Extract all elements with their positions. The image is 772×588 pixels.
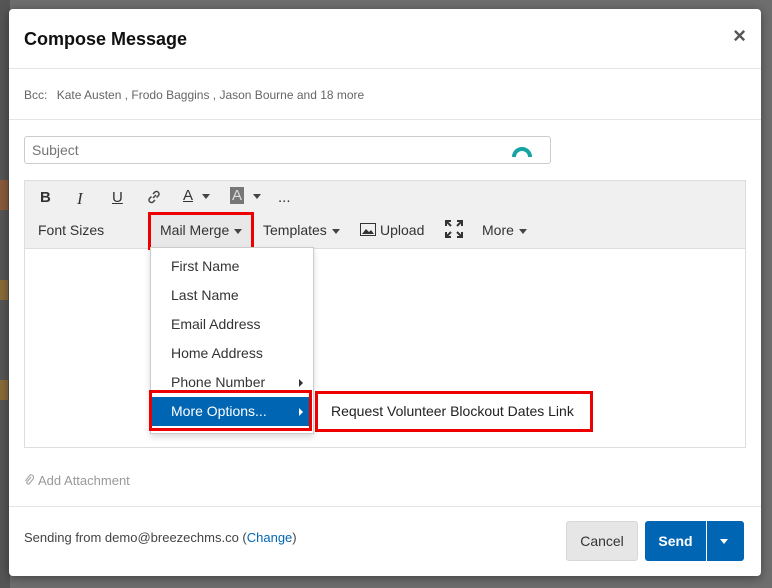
compose-modal: Compose Message × Bcc: Kate Austen , Fro… bbox=[9, 9, 761, 576]
caret-down-icon bbox=[202, 193, 211, 199]
bcc-recipients[interactable]: Kate Austen , Frodo Baggins , Jason Bour… bbox=[57, 88, 365, 102]
background-avatar bbox=[0, 180, 8, 210]
background-color-icon[interactable]: A bbox=[230, 187, 262, 204]
background-element bbox=[0, 380, 8, 400]
image-icon bbox=[360, 223, 376, 236]
background-element bbox=[0, 280, 8, 300]
modal-header: Compose Message × bbox=[9, 9, 761, 69]
upload-label: Upload bbox=[380, 222, 425, 238]
more-options-highlight bbox=[149, 390, 312, 431]
add-attachment-label: Add Attachment bbox=[38, 473, 130, 488]
fullscreen-icon[interactable] bbox=[445, 220, 463, 241]
phone-number-label: Phone Number bbox=[171, 374, 266, 390]
caret-down-icon bbox=[234, 228, 243, 234]
more-formatting-button[interactable]: ... bbox=[278, 189, 291, 206]
caret-down-icon bbox=[720, 539, 728, 544]
divider bbox=[9, 506, 761, 507]
caret-right-icon bbox=[299, 379, 303, 387]
caret-down-icon bbox=[253, 193, 262, 199]
more-dropdown[interactable]: More bbox=[482, 222, 527, 238]
templates-label: Templates bbox=[263, 222, 327, 238]
underline-button[interactable]: U bbox=[112, 189, 123, 206]
submenu-item-blockout-dates[interactable]: Request Volunteer Blockout Dates Link bbox=[315, 391, 593, 432]
font-sizes-label: Font Sizes bbox=[38, 222, 105, 238]
bcc-label: Bcc: bbox=[24, 88, 48, 102]
link-icon[interactable] bbox=[146, 189, 162, 209]
bg-color-letter: A bbox=[230, 187, 245, 204]
add-attachment-link[interactable]: Add Attachment bbox=[24, 473, 130, 488]
cancel-button[interactable]: Cancel bbox=[566, 521, 638, 561]
menu-item-last-name[interactable]: Last Name bbox=[151, 281, 311, 310]
menu-item-home-address[interactable]: Home Address bbox=[151, 339, 311, 368]
caret-down-icon bbox=[331, 228, 340, 234]
paperclip-icon bbox=[25, 474, 35, 485]
send-options-button[interactable] bbox=[707, 521, 744, 561]
italic-button[interactable]: I bbox=[77, 189, 83, 209]
sending-prefix: Sending from demo@breezechms.co ( bbox=[24, 530, 247, 545]
font-color-letter: A bbox=[183, 187, 194, 204]
grammarly-icon[interactable] bbox=[512, 144, 532, 158]
send-button[interactable]: Send bbox=[645, 521, 706, 561]
upload-button[interactable]: Upload bbox=[360, 222, 424, 238]
caret-down-icon bbox=[518, 228, 527, 234]
bold-button[interactable]: B bbox=[40, 189, 51, 206]
sending-suffix: ) bbox=[292, 530, 297, 545]
sending-from: Sending from demo@breezechms.co (Change) bbox=[24, 530, 297, 545]
divider bbox=[9, 119, 761, 120]
change-link[interactable]: Change bbox=[247, 530, 293, 545]
templates-dropdown[interactable]: Templates bbox=[263, 222, 340, 238]
menu-item-first-name[interactable]: First Name bbox=[151, 252, 311, 281]
menu-item-email-address[interactable]: Email Address bbox=[151, 310, 311, 339]
bcc-row: Bcc: Kate Austen , Frodo Baggins , Jason… bbox=[24, 88, 364, 102]
font-sizes-dropdown[interactable]: Font Sizes bbox=[38, 222, 158, 238]
editor-toolbar: B I U A A ... Font Sizes Mail Merge Temp… bbox=[25, 181, 745, 250]
mail-merge-label: Mail Merge bbox=[160, 222, 230, 238]
modal-title: Compose Message bbox=[24, 29, 188, 49]
font-color-icon[interactable]: A bbox=[183, 187, 211, 204]
mail-merge-dropdown[interactable]: Mail Merge bbox=[160, 222, 243, 238]
subject-input[interactable] bbox=[24, 136, 551, 164]
close-icon[interactable]: × bbox=[733, 25, 746, 47]
more-label: More bbox=[482, 222, 514, 238]
